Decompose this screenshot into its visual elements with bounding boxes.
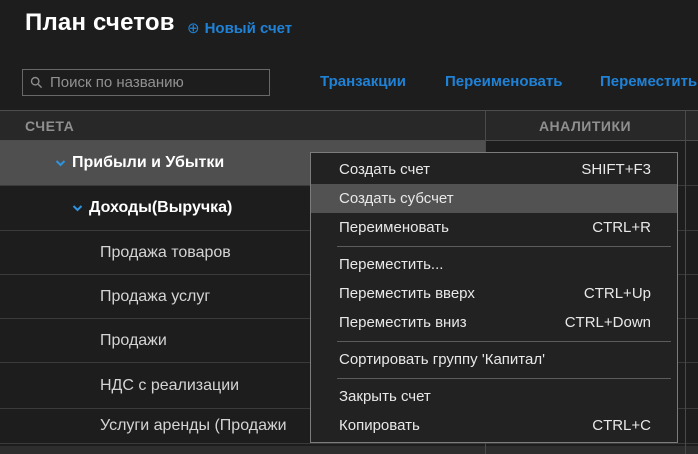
menu-item-label: Переименовать [339,219,449,236]
menu-separator [337,245,671,247]
menu-item[interactable]: Закрыть счет [311,382,677,411]
chart-of-accounts-window: План счетов ⊕ Новый счет Транзакции Пере… [0,0,698,454]
new-account-label: Новый счет [204,20,293,37]
column-divider [685,110,686,454]
menu-item[interactable]: Сортировать группу 'Капитал' [311,345,677,374]
page-title: План счетов [25,9,175,36]
menu-item[interactable]: Переместить... [311,250,677,279]
menu-item-label: Копировать [339,417,420,434]
menu-item-shortcut: CTRL+Up [583,285,651,302]
column-header-analytics: АНАЛИТИКИ [538,118,632,134]
account-label: Прибыли и Убытки [72,154,225,171]
action-move[interactable]: Переместить [600,73,697,90]
account-label: НДС с реализации [100,376,240,394]
action-transactions[interactable]: Транзакции [320,73,406,90]
menu-item-label: Создать счет [339,161,431,178]
context-menu: Создать счет SHIFT+F3 Создать субсчет Переи… [310,152,678,443]
plus-circle-icon: ⊕ [187,20,200,37]
menu-item-label: Переместить вниз [339,314,467,331]
account-label: Доходы(Выручка) [89,199,233,216]
menu-item-label: Переместить вверх [339,285,475,302]
account-label: Продажа услуг [100,287,211,305]
chevron-down-icon[interactable] [72,204,83,212]
menu-item[interactable]: Переместить вниз CTRL+Down [311,308,677,337]
column-header-accounts: СЧЕТА [25,118,75,134]
chevron-down-icon[interactable] [55,159,66,167]
menu-item[interactable]: Переместить вверх CTRL+Up [311,279,677,308]
table-header: СЧЕТА АНАЛИТИКИ [0,110,698,141]
search-box [22,69,270,96]
menu-item[interactable]: Копировать CTRL+C [311,411,677,440]
action-rename[interactable]: Переименовать [445,73,562,90]
search-input[interactable] [22,69,270,96]
account-label: Продажа товаров [100,243,231,261]
menu-item-shortcut: CTRL+R [592,219,651,236]
menu-item-label: Переместить... [339,256,444,273]
menu-separator [337,377,671,379]
menu-item-label: Закрыть счет [339,388,431,405]
account-label: Услуги аренды (Продажи [100,417,287,434]
menu-item-shortcut: CTRL+Down [564,314,651,331]
partial-next-row [0,446,698,454]
menu-item-label: Сортировать группу 'Капитал' [339,351,545,368]
account-label: Продажи [100,331,167,349]
menu-item-shortcut: SHIFT+F3 [581,161,651,178]
menu-separator [337,340,671,342]
new-account-button[interactable]: ⊕ Новый счет [187,20,292,37]
menu-item-shortcut: CTRL+C [592,417,651,434]
menu-item[interactable]: Переименовать CTRL+R [311,213,677,242]
menu-item[interactable]: Создать субсчет [311,184,677,213]
menu-item-label: Создать субсчет [339,190,454,207]
menu-item[interactable]: Создать счет SHIFT+F3 [311,155,677,184]
